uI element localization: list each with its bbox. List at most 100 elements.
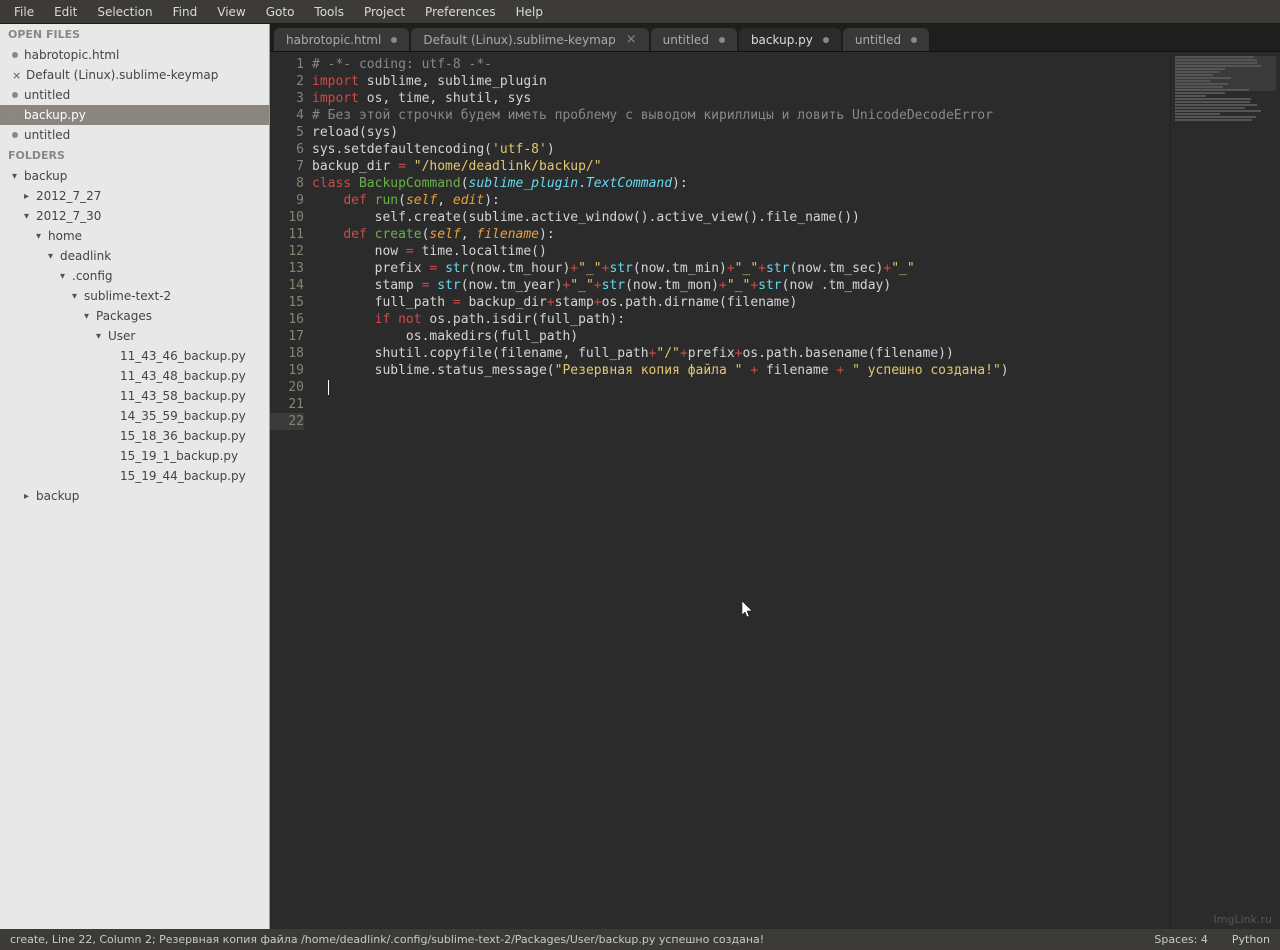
menu-file[interactable]: File [4, 1, 44, 23]
folders-header: FOLDERS [0, 145, 269, 166]
code-line: stamp = str(now.tm_year)+"_"+str(now.tm_… [312, 277, 1170, 294]
line-number: 12 [270, 243, 304, 260]
tree-label: backup [24, 169, 67, 183]
tabbar: habrotopic.html Default (Linux).sublime-k… [270, 24, 1280, 52]
open-file-item[interactable]: backup.py [0, 105, 269, 125]
tab[interactable]: habrotopic.html [274, 28, 409, 51]
line-number: 10 [270, 209, 304, 226]
line-number: 4 [270, 107, 304, 124]
tab[interactable]: untitled [843, 28, 929, 51]
tree-folder[interactable]: ▾deadlink [0, 246, 269, 266]
open-files-header: OPEN FILES [0, 24, 269, 45]
tree-folder[interactable]: ▾home [0, 226, 269, 246]
tab-label: Default (Linux).sublime-keymap [423, 33, 615, 47]
tree-folder[interactable]: ▾sublime-text-2 [0, 286, 269, 306]
menu-find[interactable]: Find [163, 1, 208, 23]
tab-label: untitled [663, 33, 709, 47]
tree-label: home [48, 229, 82, 243]
line-number: 14 [270, 277, 304, 294]
minimap[interactable] [1170, 52, 1280, 929]
dirty-dot-icon[interactable] [823, 37, 829, 43]
tree-label: 11_43_58_backup.py [120, 389, 246, 403]
menu-tools[interactable]: Tools [304, 1, 354, 23]
code-line: import os, time, shutil, sys [312, 90, 1170, 107]
tree-file[interactable]: 14_35_59_backup.py [0, 406, 269, 426]
tree-file[interactable]: 15_19_1_backup.py [0, 446, 269, 466]
chevron-down-icon: ▾ [12, 171, 24, 182]
sidebar: OPEN FILES habrotopic.html ×Default (Linu… [0, 24, 270, 929]
line-number: 13 [270, 260, 304, 277]
tree-folder[interactable]: ▾.config [0, 266, 269, 286]
tree-label: 14_35_59_backup.py [120, 409, 246, 423]
tree-file[interactable]: 15_18_36_backup.py [0, 426, 269, 446]
status-text: create, Line 22, Column 2; Резервная коп… [10, 933, 764, 946]
code-line: self.create(sublime.active_window().acti… [312, 209, 1170, 226]
chevron-down-icon: ▾ [96, 331, 108, 342]
watermark: ImgLink.ru [1214, 913, 1272, 926]
tree-folder[interactable]: ▸backup [0, 486, 269, 506]
open-file-item[interactable]: habrotopic.html [0, 45, 269, 65]
tab[interactable]: Default (Linux).sublime-keymap × [411, 28, 648, 51]
line-number: 16 [270, 311, 304, 328]
menu-view[interactable]: View [207, 1, 255, 23]
tree-label: 11_43_48_backup.py [120, 369, 246, 383]
dirty-dot-icon[interactable] [911, 37, 917, 43]
tab-label: habrotopic.html [286, 33, 381, 47]
open-file-label: habrotopic.html [24, 48, 119, 62]
code-line: now = time.localtime() [312, 243, 1170, 260]
close-icon[interactable]: × [626, 32, 637, 47]
dirty-dot-icon[interactable] [12, 112, 18, 118]
status-spaces[interactable]: Spaces: 4 [1154, 933, 1207, 946]
code-line: sublime.status_message("Резервная копия … [312, 362, 1170, 379]
menu-goto[interactable]: Goto [256, 1, 305, 23]
tree-label: 15_18_36_backup.py [120, 429, 246, 443]
tree-folder[interactable]: ▸2012_7_27 [0, 186, 269, 206]
tree-file[interactable]: 11_43_48_backup.py [0, 366, 269, 386]
tree-file[interactable]: 15_19_44_backup.py [0, 466, 269, 486]
open-file-item[interactable]: untitled [0, 125, 269, 145]
line-number: 2 [270, 73, 304, 90]
caret-icon [328, 380, 329, 395]
menu-project[interactable]: Project [354, 1, 415, 23]
code-line: def run(self, edit): [312, 192, 1170, 209]
line-number: 21 [270, 396, 304, 413]
open-file-item[interactable]: untitled [0, 85, 269, 105]
line-number: 5 [270, 124, 304, 141]
tree-folder[interactable]: ▾2012_7_30 [0, 206, 269, 226]
tree-folder[interactable]: ▾Packages [0, 306, 269, 326]
line-number: 22 [270, 413, 304, 430]
tab-label: backup.py [751, 33, 813, 47]
line-number: 6 [270, 141, 304, 158]
line-number: 19 [270, 362, 304, 379]
code-line: class BackupCommand(sublime_plugin.TextC… [312, 175, 1170, 192]
tree-label: 11_43_46_backup.py [120, 349, 246, 363]
menu-selection[interactable]: Selection [87, 1, 162, 23]
tab[interactable]: backup.py [739, 28, 841, 51]
gutter: 12345678910111213141516171819202122 [270, 52, 312, 929]
tree-file[interactable]: 11_43_58_backup.py [0, 386, 269, 406]
status-syntax[interactable]: Python [1232, 933, 1270, 946]
tree-folder[interactable]: ▾backup [0, 166, 269, 186]
code-line: os.makedirs(full_path) [312, 328, 1170, 345]
tree-folder[interactable]: ▾User [0, 326, 269, 346]
tree-label: .config [72, 269, 113, 283]
tab[interactable]: untitled [651, 28, 737, 51]
open-file-item[interactable]: ×Default (Linux).sublime-keymap [0, 65, 269, 85]
tree-file[interactable]: 11_43_46_backup.py [0, 346, 269, 366]
tree-label: backup [36, 489, 79, 503]
dirty-dot-icon[interactable] [12, 92, 18, 98]
dirty-dot-icon[interactable] [12, 52, 18, 58]
dirty-dot-icon[interactable] [12, 132, 18, 138]
close-icon[interactable]: × [12, 69, 20, 82]
line-number: 11 [270, 226, 304, 243]
dirty-dot-icon[interactable] [719, 37, 725, 43]
code-area[interactable]: # -*- coding: utf-8 -*-import sublime, s… [312, 52, 1170, 929]
menu-preferences[interactable]: Preferences [415, 1, 506, 23]
menu-help[interactable]: Help [506, 1, 553, 23]
dirty-dot-icon[interactable] [391, 37, 397, 43]
open-file-label: untitled [24, 88, 70, 102]
code-line: import sublime, sublime_plugin [312, 73, 1170, 90]
tab-label: untitled [855, 33, 901, 47]
chevron-down-icon: ▾ [48, 251, 60, 262]
menu-edit[interactable]: Edit [44, 1, 87, 23]
